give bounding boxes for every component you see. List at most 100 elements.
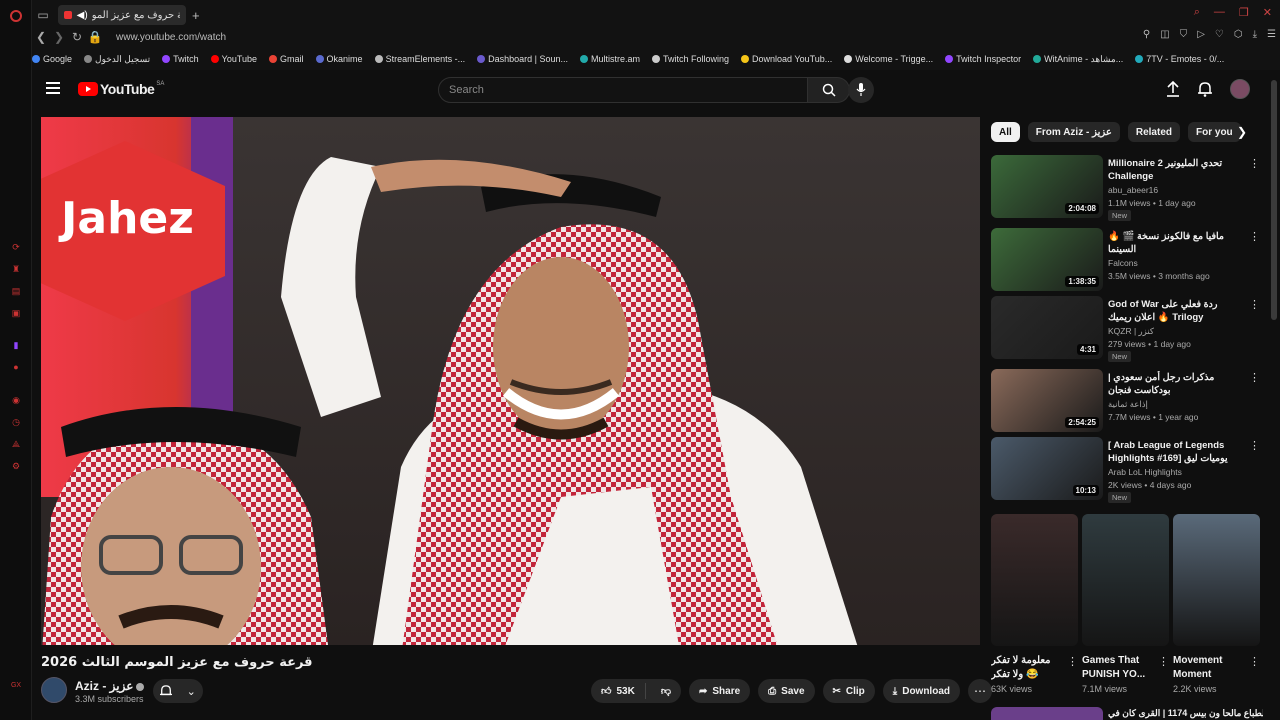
kebab-menu-icon[interactable]: ⋮: [1249, 230, 1260, 243]
search-button[interactable]: [808, 77, 850, 103]
video-thumbnail[interactable]: 2:54:25: [991, 369, 1103, 432]
video-thumbnail[interactable]: 2:04:08: [991, 155, 1103, 218]
forward-icon[interactable]: ❯: [50, 30, 68, 44]
list-item[interactable]: 2:04:08 Millionaire 2 تحدي المليونير Chal…: [991, 155, 1263, 221]
download-tray-icon[interactable]: ⤓: [1253, 29, 1257, 40]
bookmark-item[interactable]: YouTube: [210, 54, 257, 64]
music-icon[interactable]: ●: [10, 362, 22, 372]
kebab-menu-icon[interactable]: ⋮: [1249, 655, 1260, 668]
channel-name[interactable]: KQZR | كنزر: [1108, 326, 1154, 337]
bookmark-item[interactable]: Twitch: [162, 54, 199, 64]
chip-1[interactable]: From Aziz - عزيز: [1027, 122, 1120, 142]
download-button[interactable]: ⤓ Download: [882, 679, 960, 703]
speaker-icon[interactable]: ◀): [77, 10, 88, 21]
bookmark-item[interactable]: StreamElements -...: [374, 54, 465, 64]
back-icon[interactable]: ❮: [32, 30, 50, 44]
share-sidebar-icon[interactable]: ⟁: [10, 439, 22, 449]
notifications-bell-icon[interactable]: [1198, 81, 1212, 97]
settings-icon[interactable]: ⚙: [10, 461, 22, 471]
messenger-icon[interactable]: ▣: [10, 308, 22, 318]
kebab-menu-icon[interactable]: ⋮: [1249, 157, 1260, 170]
bookmark-item[interactable]: Gmail: [269, 54, 304, 64]
short-item[interactable]: معلومة لا تفكر 😂 ولا تفكر 63K views ⋮: [991, 514, 1078, 694]
history-icon[interactable]: ⟳: [10, 242, 22, 252]
page-scrollbar[interactable]: [1271, 80, 1277, 320]
dislike-button[interactable]: 👎︎: [651, 685, 681, 697]
video-title-link[interactable]: 🔥 🎬 مافيا مع فالكونز نسخة السينما: [1108, 230, 1240, 256]
kebab-menu-icon[interactable]: ⋮: [1249, 439, 1260, 452]
bookmark-item[interactable]: Welcome - Trigge...: [844, 54, 933, 64]
gaming-icon[interactable]: ♜: [10, 264, 22, 274]
player-icon[interactable]: ◉: [10, 395, 22, 405]
maximize-icon[interactable]: ❐: [1239, 6, 1249, 19]
kebab-menu-icon[interactable]: ⋮: [1249, 371, 1260, 384]
chevron-right-icon[interactable]: ❯: [1232, 122, 1252, 142]
cards-icon[interactable]: ▤: [10, 286, 22, 296]
video-thumbnail[interactable]: 1:38:35: [991, 228, 1103, 291]
like-button[interactable]: 👍︎ 53K: [591, 683, 646, 699]
kebab-menu-icon[interactable]: ⋮: [1067, 655, 1078, 668]
bookmark-item[interactable]: Multistre.am: [579, 54, 640, 64]
guide-menu-icon[interactable]: [46, 82, 60, 94]
more-actions-button[interactable]: ⋯: [968, 679, 992, 703]
youtube-logo[interactable]: YouTube SA: [78, 81, 164, 97]
video-player[interactable]: Jahez: [41, 117, 980, 645]
save-button[interactable]: ⎙ Save: [758, 679, 815, 703]
search-tabs-icon[interactable]: ⌕: [1194, 6, 1200, 19]
tab-active[interactable]: ◀) قرعة حروف مع عزيز المو...: [58, 5, 186, 25]
bookmark-item[interactable]: Google: [32, 54, 72, 64]
video-title-link[interactable]: [ Arab League of Legends Highlights #169…: [1108, 439, 1240, 465]
snapshot-icon[interactable]: ◫: [1160, 29, 1169, 40]
account-avatar[interactable]: [1230, 79, 1250, 99]
menu-icon[interactable]: ☰: [1267, 29, 1276, 40]
video-thumbnail[interactable]: 4:31: [991, 296, 1103, 359]
channel-name[interactable]: Aziz - عزيز: [75, 679, 133, 693]
twitch-icon[interactable]: ▮: [10, 340, 22, 350]
subscription-bell-button[interactable]: ⌄: [153, 679, 203, 703]
short-title[interactable]: Games That PUNISH YO...: [1082, 654, 1156, 682]
short-title[interactable]: Movement Moment: [1173, 654, 1247, 682]
search-input[interactable]: [438, 77, 808, 103]
share-button[interactable]: ➦ Share: [688, 679, 751, 703]
minimize-icon[interactable]: —: [1214, 6, 1225, 19]
new-tab-button[interactable]: +: [192, 8, 200, 23]
bookmark-item[interactable]: WitAnime - مشاهد...: [1033, 54, 1123, 65]
extensions-icon[interactable]: ⬡: [1234, 29, 1243, 40]
clock-icon[interactable]: ◷: [10, 417, 22, 427]
chip-0[interactable]: All: [991, 122, 1020, 142]
video-thumbnail[interactable]: 10:13: [991, 437, 1103, 500]
heart-icon[interactable]: ♡: [1215, 29, 1224, 40]
list-item[interactable]: 4:31 God of War ردة فعلي على اعلان ريميك …: [991, 296, 1263, 362]
kebab-menu-icon[interactable]: ⋮: [1249, 298, 1260, 311]
short-title[interactable]: معلومة لا تفكر 😂 ولا تفكر: [991, 654, 1065, 682]
bookmark-item[interactable]: Download YouTub...: [741, 54, 832, 64]
short-item[interactable]: Games That PUNISH YO... 7.1M views ⋮: [1082, 514, 1169, 694]
short-thumbnail[interactable]: [991, 514, 1078, 646]
video-title-link[interactable]: Millionaire 2 تحدي المليونير Challenge: [1108, 157, 1240, 183]
video-thumbnail[interactable]: [991, 707, 1103, 720]
close-icon[interactable]: ✕: [1263, 6, 1272, 19]
channel-name[interactable]: Arab LoL Highlights: [1108, 467, 1182, 477]
bookmark-item[interactable]: Dashboard | Soun...: [477, 54, 568, 64]
short-item[interactable]: Movement Moment 2.2K views ⋮: [1173, 514, 1260, 694]
list-item[interactable]: 1:38:35 🔥 🎬 مافيا مع فالكونز نسخة السينما…: [991, 228, 1263, 292]
bookmark-item[interactable]: Okanime: [315, 54, 363, 64]
reload-icon[interactable]: ↻: [68, 30, 86, 44]
pin-icon[interactable]: ⚲: [1143, 29, 1150, 40]
short-thumbnail[interactable]: [1082, 514, 1169, 646]
bookmark-item[interactable]: Twitch Following: [652, 54, 729, 64]
url-field[interactable]: www.youtube.com/watch: [116, 32, 226, 43]
kebab-menu-icon[interactable]: ⋮: [1158, 655, 1169, 668]
chip-2[interactable]: Related: [1127, 122, 1180, 142]
tabs-menu-icon[interactable]: ▭: [34, 8, 52, 22]
channel-name[interactable]: Falcons: [1108, 258, 1138, 268]
voice-search-button[interactable]: [848, 77, 874, 103]
play-icon[interactable]: ▷: [1197, 29, 1205, 40]
video-title-link[interactable]: مذكرات رجل أمن سعودي | بودكاست فنجان: [1108, 371, 1240, 397]
bookmark-item[interactable]: 7TV - Emotes - 0/...: [1135, 54, 1224, 64]
video-title-link[interactable]: الطباع مالحا ون بيس 1174 | القرى كان في.…: [1108, 708, 1263, 719]
channel-name[interactable]: abu_abeer16: [1108, 185, 1158, 195]
channel-avatar[interactable]: [41, 677, 67, 703]
list-item[interactable]: 2:54:25 مذكرات رجل أمن سعودي | بودكاست فن…: [991, 369, 1263, 433]
clip-button[interactable]: ✂ Clip: [822, 679, 875, 703]
